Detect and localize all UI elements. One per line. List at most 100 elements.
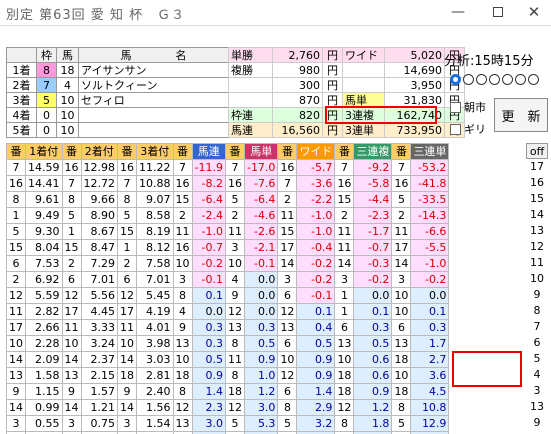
odds-value-cell: 14.41 <box>25 175 63 192</box>
horse-number-cell: 12 <box>61 287 82 304</box>
horse-number-cell: 8 <box>61 191 82 208</box>
horse-number-cell: 5 <box>61 207 82 224</box>
radio-3[interactable] <box>476 74 487 85</box>
odds-value-cell: 1.56 <box>136 399 174 416</box>
horse-number-cell: 14 <box>6 351 26 368</box>
horse-name-cell: ソルトクィーン <box>78 77 229 93</box>
horse-name-cell <box>78 122 229 138</box>
radio-1[interactable] <box>450 74 461 85</box>
odds-value-cell: 0.75 <box>80 415 118 432</box>
odds-value-cell: 3.98 <box>136 335 174 352</box>
odds-row: 13 1.58 13 2.15 18 2.81 18 0.9 8 1.0 12 0.9 18 0.6 10 3… <box>6 367 450 384</box>
odds-value-cell: 0.9 <box>243 351 279 368</box>
payout-row: 馬連16,560円3連単733,950円 <box>228 122 465 138</box>
rank-cell: 3着 <box>6 92 37 108</box>
analysis-radio-group[interactable] <box>450 74 539 85</box>
odds-value-cell: 7.01 <box>80 271 118 288</box>
odds-value-cell: -2.6 <box>243 223 279 240</box>
horse-number-cell: 14 <box>6 399 26 416</box>
odds-value-cell: 0.9 <box>296 351 336 368</box>
horse-number-cell: 17 <box>61 303 82 320</box>
odds-value-cell: 1.7 <box>410 335 450 352</box>
odds-value-cell: -5.8 <box>353 175 393 192</box>
place-row: 1着 8 18 アイサンサン <box>6 62 260 78</box>
uma-cell: 10 <box>56 92 79 108</box>
horse-number-cell: 8 <box>224 367 245 384</box>
odds-value-cell: 0.5 <box>296 335 336 352</box>
horse-number-cell: 5 <box>224 415 245 432</box>
odds-value-cell: 8.12 <box>136 239 174 256</box>
waku-cell: 8 <box>36 62 57 78</box>
horse-number-cell: 5 <box>224 191 245 208</box>
bet-type-cell: ワイド <box>342 47 385 63</box>
maximize-button[interactable] <box>484 2 512 22</box>
odds-row: 7 14.59 16 12.98 16 11.22 7 -11.9 7 -17.0 16 -5.7 7-… <box>6 159 450 176</box>
odds-value-cell: 2.82 <box>25 303 63 320</box>
horse-number-cell: 10 <box>172 255 193 272</box>
horse-number-cell: 18 <box>334 383 355 400</box>
horse-number-cell: 3 <box>117 415 137 432</box>
odds-value-cell: -53.2 <box>410 159 450 176</box>
horse-number-cell: 3 <box>277 271 298 288</box>
odds-value-cell: 1.58 <box>25 367 63 384</box>
horse-number-cell: 1 <box>334 303 355 320</box>
horse-number-cell: 10 <box>277 351 298 368</box>
horse-number-cell: 11 <box>6 303 26 320</box>
odds-header-cell: 馬単 <box>243 143 279 160</box>
analysis-time: 分析:15時15分 <box>444 54 534 69</box>
horse-number-cell: 10 <box>391 303 412 320</box>
horse-number-cell: 16 <box>224 175 245 192</box>
horse-number-cell: 8 <box>6 191 26 208</box>
radio-5[interactable] <box>502 74 513 85</box>
odds-row: 1 9.49 5 8.90 5 8.58 2 -2.4 2 -4.6 11 -1.0 2 -2.3 2 -14… <box>6 207 450 224</box>
horse-number-cell: 2 <box>224 207 245 224</box>
giri-checkbox[interactable]: ギリ <box>450 121 486 137</box>
highlight-sanrentan <box>452 351 522 387</box>
bet-type-cell: 複勝 <box>228 62 273 78</box>
horse-number-cell: 13 <box>6 367 26 384</box>
horse-number-cell: 14 <box>61 351 82 368</box>
close-button[interactable]: ✕ <box>520 2 548 22</box>
radio-4[interactable] <box>489 74 500 85</box>
horse-number-cell: 7 <box>6 159 26 176</box>
radio-7[interactable] <box>528 74 539 85</box>
minimize-button[interactable]: — <box>444 2 472 22</box>
horse-number-cell: 4 <box>224 271 245 288</box>
checkbox-icon[interactable] <box>450 101 461 113</box>
horse-number-cell: 11 <box>277 207 298 224</box>
odds-value-cell: 0.0 <box>243 303 279 320</box>
odds-value-cell: -2.3 <box>353 207 393 224</box>
asahi-checkbox[interactable]: 朝市 <box>450 99 486 115</box>
odds-value-cell: 7.58 <box>136 255 174 272</box>
horse-number-cell: 15 <box>277 223 298 240</box>
horse-number-cell: 18 <box>117 367 137 384</box>
horse-number-cell: 13 <box>277 319 298 336</box>
radio-2[interactable] <box>463 74 474 85</box>
horse-number-cell: 18 <box>224 383 245 400</box>
odds-header-cell: 番 <box>117 143 137 160</box>
odds-value-cell: -3.6 <box>296 175 336 192</box>
odds-value-cell: 2.40 <box>136 383 174 400</box>
odds-value-cell: 7.01 <box>136 271 174 288</box>
odds-value-cell: 2.81 <box>136 367 174 384</box>
odds-value-cell: -2.1 <box>243 239 279 256</box>
horse-number-cell: 10 <box>61 335 82 352</box>
checkbox-icon[interactable] <box>450 123 461 135</box>
horse-number-cell: 10 <box>391 287 412 304</box>
radio-6[interactable] <box>515 74 526 85</box>
odds-value-cell: 2.37 <box>80 351 118 368</box>
odds-value-cell: 14.59 <box>25 159 63 176</box>
update-button[interactable]: 更 新 <box>494 98 548 132</box>
odds-value-cell: 0.99 <box>25 399 63 416</box>
horse-number-cell: 8 <box>277 399 298 416</box>
off-button[interactable]: off <box>526 143 548 159</box>
odds-row: 9 1.15 9 1.57 9 2.40 8 1.4 18 1.2 6 1.4 18 0.9 18 4.5 <box>6 383 450 400</box>
odds-value-cell: -0.2 <box>353 271 393 288</box>
odds-value-cell: 5.56 <box>80 287 118 304</box>
horse-number-cell: 12 <box>277 303 298 320</box>
payout-value-cell: 5,020 <box>384 47 445 63</box>
odds-row: 12 5.59 12 5.56 12 5.45 8 0.1 9 0.0 6 -0.1 1 0.0 10 0.0 <box>6 287 450 304</box>
off-number: 3 <box>533 384 541 397</box>
odds-value-cell: 0.3 <box>191 319 226 336</box>
odds-value-cell: -9.2 <box>353 159 393 176</box>
